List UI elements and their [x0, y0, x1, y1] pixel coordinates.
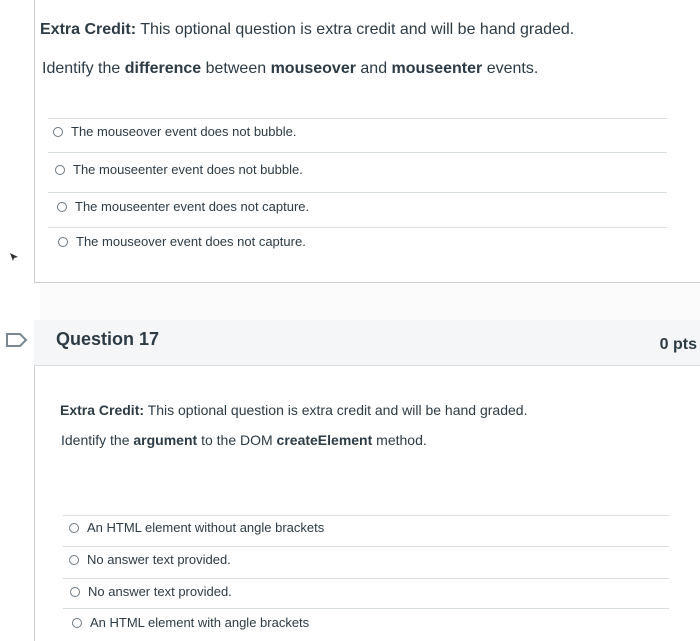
question-17-prompt: Identify the argument to the DOM createE… [61, 432, 427, 448]
answer-divider [48, 152, 667, 153]
extra-credit-text: This optional question is extra credit a… [144, 402, 528, 418]
answer-label: The mouseenter event does not bubble. [73, 162, 303, 177]
prompt-suffix: events. [482, 60, 539, 77]
answer-divider [48, 227, 667, 228]
answer-divider [48, 118, 667, 119]
answer-divider [48, 192, 667, 193]
radio-button-icon[interactable] [72, 617, 82, 628]
prompt-bold-argument: argument [133, 432, 198, 448]
radio-button-icon[interactable] [55, 164, 65, 175]
prompt-prefix: Identify the [42, 60, 125, 77]
prompt-suffix: method. [372, 432, 427, 448]
q16-answer-4[interactable]: The mouseover event does not capture. [58, 234, 306, 249]
answer-divider [63, 515, 669, 516]
radio-button-icon[interactable] [69, 522, 79, 533]
prompt-mid: between [201, 60, 271, 77]
answer-divider [63, 546, 669, 547]
question-16-prompt: Identify the difference between mouseove… [42, 60, 538, 78]
prompt-bold-difference: difference [124, 60, 202, 77]
answer-label: An HTML element without angle brackets [87, 520, 325, 535]
q16-answer-1[interactable]: The mouseover event does not bubble. [53, 124, 296, 139]
prompt-bold-mouseenter: mouseenter [391, 60, 483, 77]
question-17-title: Question 17 [56, 329, 160, 349]
prompt-mid: to the DOM [197, 432, 277, 448]
q17-answer-1[interactable]: An HTML element without angle brackets [69, 520, 324, 535]
prompt-prefix: Identify the [61, 432, 134, 448]
extra-credit-text: This optional question is extra credit a… [136, 21, 575, 38]
answer-label: No answer text provided. [88, 584, 232, 599]
question-17-points: 0 pts [659, 336, 697, 353]
radio-button-icon[interactable] [53, 126, 63, 137]
radio-button-icon[interactable] [70, 586, 80, 597]
answer-label: The mouseover event does not bubble. [71, 124, 297, 139]
answer-label: The mouseenter event does not capture. [75, 199, 310, 214]
q16-answer-3[interactable]: The mouseenter event does not capture. [57, 199, 309, 214]
radio-button-icon[interactable] [69, 554, 79, 565]
q16-answer-2[interactable]: The mouseenter event does not bubble. [55, 162, 303, 177]
answer-label: No answer text provided. [87, 552, 231, 567]
answer-divider [63, 578, 669, 579]
flag-icon[interactable] [6, 333, 28, 347]
answer-label: The mouseover event does not capture. [76, 234, 306, 249]
q17-answer-2[interactable]: No answer text provided. [69, 552, 231, 567]
radio-button-icon[interactable] [58, 236, 68, 247]
prompt-bold-createElement: createElement [276, 432, 373, 448]
q17-answer-3[interactable]: No answer text provided. [70, 584, 232, 599]
answer-label: An HTML element with angle brackets [90, 615, 310, 630]
radio-button-icon[interactable] [57, 201, 67, 212]
prompt-bold-mouseover: mouseover [270, 60, 356, 77]
question-16-extra-credit-note: Extra Credit: This optional question is … [40, 21, 574, 39]
cursor-arrow-icon [10, 253, 18, 261]
extra-credit-label: Extra Credit: [40, 21, 137, 38]
extra-credit-label: Extra Credit: [60, 402, 145, 418]
quiz-page: Extra Credit: This optional question is … [0, 0, 700, 641]
question-17-extra-credit-note: Extra Credit: This optional question is … [60, 402, 527, 418]
prompt-mid-2: and [355, 60, 392, 77]
answer-divider [63, 608, 669, 609]
q17-answer-4[interactable]: An HTML element with angle brackets [72, 615, 309, 630]
